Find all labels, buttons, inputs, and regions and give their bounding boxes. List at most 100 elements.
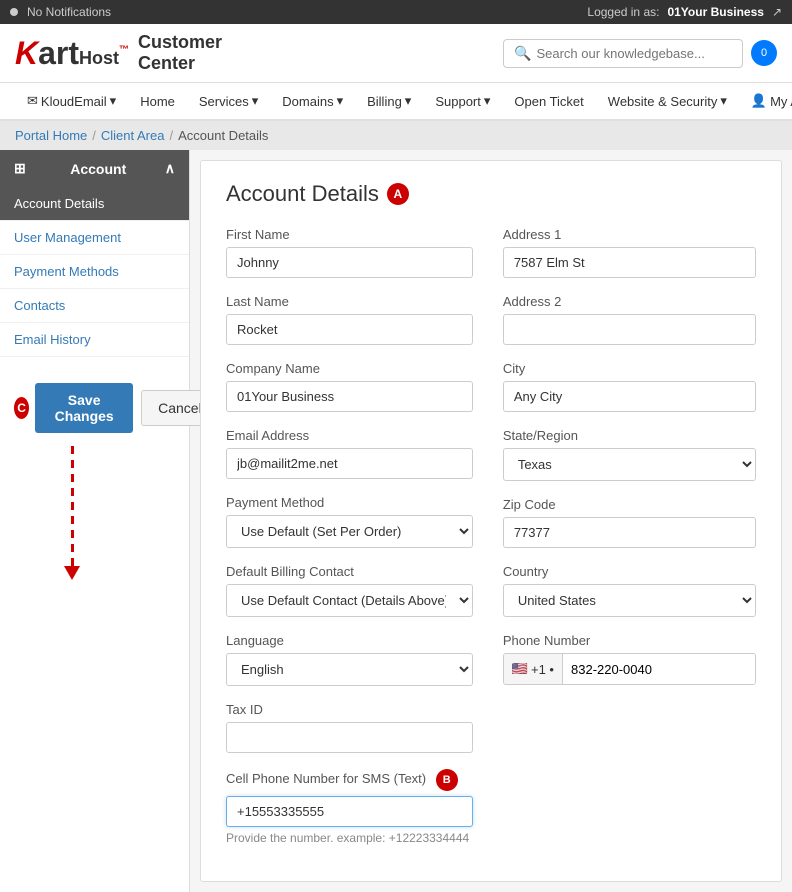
top-bar: No Notifications Logged in as: 01Your Bu… — [0, 0, 792, 24]
nav-item-domains[interactable]: Domains ▾ — [270, 83, 355, 119]
sidebar: ⊞ Account ∧ Account Details User Managem… — [0, 150, 190, 892]
search-box[interactable]: 🔍 — [503, 39, 743, 68]
cell-phone-input[interactable] — [226, 796, 473, 827]
badge-c: C — [14, 397, 29, 419]
sidebar-collapse-icon[interactable]: ∧ — [165, 160, 175, 177]
company-name-group: Company Name — [226, 361, 473, 412]
chevron-down-icon: ▾ — [405, 93, 412, 109]
cart-button[interactable]: 0 — [751, 40, 777, 66]
country-select[interactable]: United States — [503, 584, 756, 617]
country-group: Country United States — [503, 564, 756, 617]
save-changes-button[interactable]: Save Changes — [35, 383, 133, 433]
billing-contact-select[interactable]: Use Default Contact (Details Above) — [226, 584, 473, 617]
sidebar-item-user-management[interactable]: User Management — [0, 221, 189, 255]
first-name-label: First Name — [226, 227, 473, 242]
dashed-line — [71, 446, 74, 566]
nav-item-kloudemail[interactable]: ✉ KloudEmail ▾ — [15, 83, 128, 119]
header: KartHost™ Customer Center 🔍 0 — [0, 24, 792, 83]
sidebar-item-email-history[interactable]: Email History — [0, 323, 189, 357]
content-title: Account Details A — [226, 181, 756, 207]
account-icon: ⊞ — [14, 160, 26, 177]
language-select[interactable]: English — [226, 653, 473, 686]
email-label: Email Address — [226, 428, 473, 443]
main-layout: ⊞ Account ∧ Account Details User Managem… — [0, 150, 792, 892]
phone-label: Phone Number — [503, 633, 756, 648]
tax-id-group: Tax ID — [226, 702, 473, 753]
form-left-column: First Name Last Name Company Name Email … — [226, 227, 473, 861]
cell-phone-hint: Provide the number. example: +1222333444… — [226, 831, 473, 845]
chevron-down-icon: ▾ — [337, 93, 344, 109]
state-group: State/Region Texas — [503, 428, 756, 481]
search-icon: 🔍 — [514, 45, 531, 62]
logo-art: art — [38, 35, 79, 71]
sidebar-item-payment-methods[interactable]: Payment Methods — [0, 255, 189, 289]
nav-item-open-ticket[interactable]: Open Ticket — [502, 84, 595, 119]
zip-input[interactable] — [503, 517, 756, 548]
language-group: Language English — [226, 633, 473, 686]
logo-k: K — [15, 35, 38, 71]
chevron-down-icon: ▾ — [484, 93, 491, 109]
country-label: Country — [503, 564, 756, 579]
sidebar-item-contacts[interactable]: Contacts — [0, 289, 189, 323]
chevron-down-icon: ▾ — [110, 93, 117, 109]
payment-method-label: Payment Method — [226, 495, 473, 510]
notification-dot-icon — [10, 8, 18, 16]
first-name-group: First Name — [226, 227, 473, 278]
button-area: C Save Changes Cancel — [14, 383, 219, 433]
company-name-input[interactable] — [226, 381, 473, 412]
search-input[interactable] — [536, 46, 732, 61]
phone-group: Phone Number 🇺🇸 +1 • — [503, 633, 756, 685]
nav-item-home[interactable]: Home — [128, 84, 187, 119]
address2-group: Address 2 — [503, 294, 756, 345]
top-bar-left: No Notifications — [10, 5, 111, 19]
page-title: Account Details — [226, 181, 379, 207]
company-name-label: Company Name — [226, 361, 473, 376]
phone-number-input[interactable] — [563, 655, 755, 684]
nav-item-my-account[interactable]: 👤 My Account ▾ — [739, 83, 792, 119]
phone-code: +1 • — [531, 662, 554, 677]
first-name-input[interactable] — [226, 247, 473, 278]
chevron-down-icon: ▾ — [720, 93, 727, 109]
address1-input[interactable] — [503, 247, 756, 278]
arrow-head — [64, 566, 80, 580]
badge-a: A — [387, 183, 409, 205]
zip-label: Zip Code — [503, 497, 756, 512]
city-input[interactable] — [503, 381, 756, 412]
billing-contact-label: Default Billing Contact — [226, 564, 473, 579]
nav-item-billing[interactable]: Billing ▾ — [355, 83, 423, 119]
sidebar-bottom: C Save Changes Cancel — [0, 367, 189, 590]
header-search: 🔍 0 — [503, 39, 777, 68]
nav-item-website-security[interactable]: Website & Security ▾ — [596, 83, 739, 119]
billing-contact-group: Default Billing Contact Use Default Cont… — [226, 564, 473, 617]
flag-icon: 🇺🇸 — [512, 661, 528, 677]
address2-label: Address 2 — [503, 294, 756, 309]
nav-item-support[interactable]: Support ▾ — [423, 83, 502, 119]
share-icon[interactable]: ↗ — [772, 5, 782, 19]
state-label: State/Region — [503, 428, 756, 443]
breadcrumb-client-area[interactable]: Client Area — [101, 128, 165, 143]
last-name-label: Last Name — [226, 294, 473, 309]
nav-item-services[interactable]: Services ▾ — [187, 83, 270, 119]
breadcrumb-portal-home[interactable]: Portal Home — [15, 128, 87, 143]
logo-mark: KartHost™ — [15, 35, 129, 72]
logo-tm: ™ — [119, 44, 129, 55]
address1-group: Address 1 — [503, 227, 756, 278]
city-group: City — [503, 361, 756, 412]
last-name-input[interactable] — [226, 314, 473, 345]
address2-input[interactable] — [503, 314, 756, 345]
language-label: Language — [226, 633, 473, 648]
breadcrumb-current: Account Details — [178, 128, 268, 143]
tax-id-input[interactable] — [226, 722, 473, 753]
email-input[interactable] — [226, 448, 473, 479]
logo: KartHost™ Customer Center — [15, 32, 222, 74]
payment-method-select[interactable]: Use Default (Set Per Order) — [226, 515, 473, 548]
payment-method-group: Payment Method Use Default (Set Per Orde… — [226, 495, 473, 548]
chevron-down-icon: ▾ — [252, 93, 259, 109]
logo-line2: Center — [138, 53, 222, 74]
logo-text: Customer Center — [138, 32, 222, 74]
state-select[interactable]: Texas — [503, 448, 756, 481]
phone-flag: 🇺🇸 +1 • — [504, 654, 563, 684]
sidebar-item-account-details[interactable]: Account Details — [0, 187, 189, 221]
email-group: Email Address — [226, 428, 473, 479]
form-right-column: Address 1 Address 2 City State/Region Te… — [503, 227, 756, 861]
